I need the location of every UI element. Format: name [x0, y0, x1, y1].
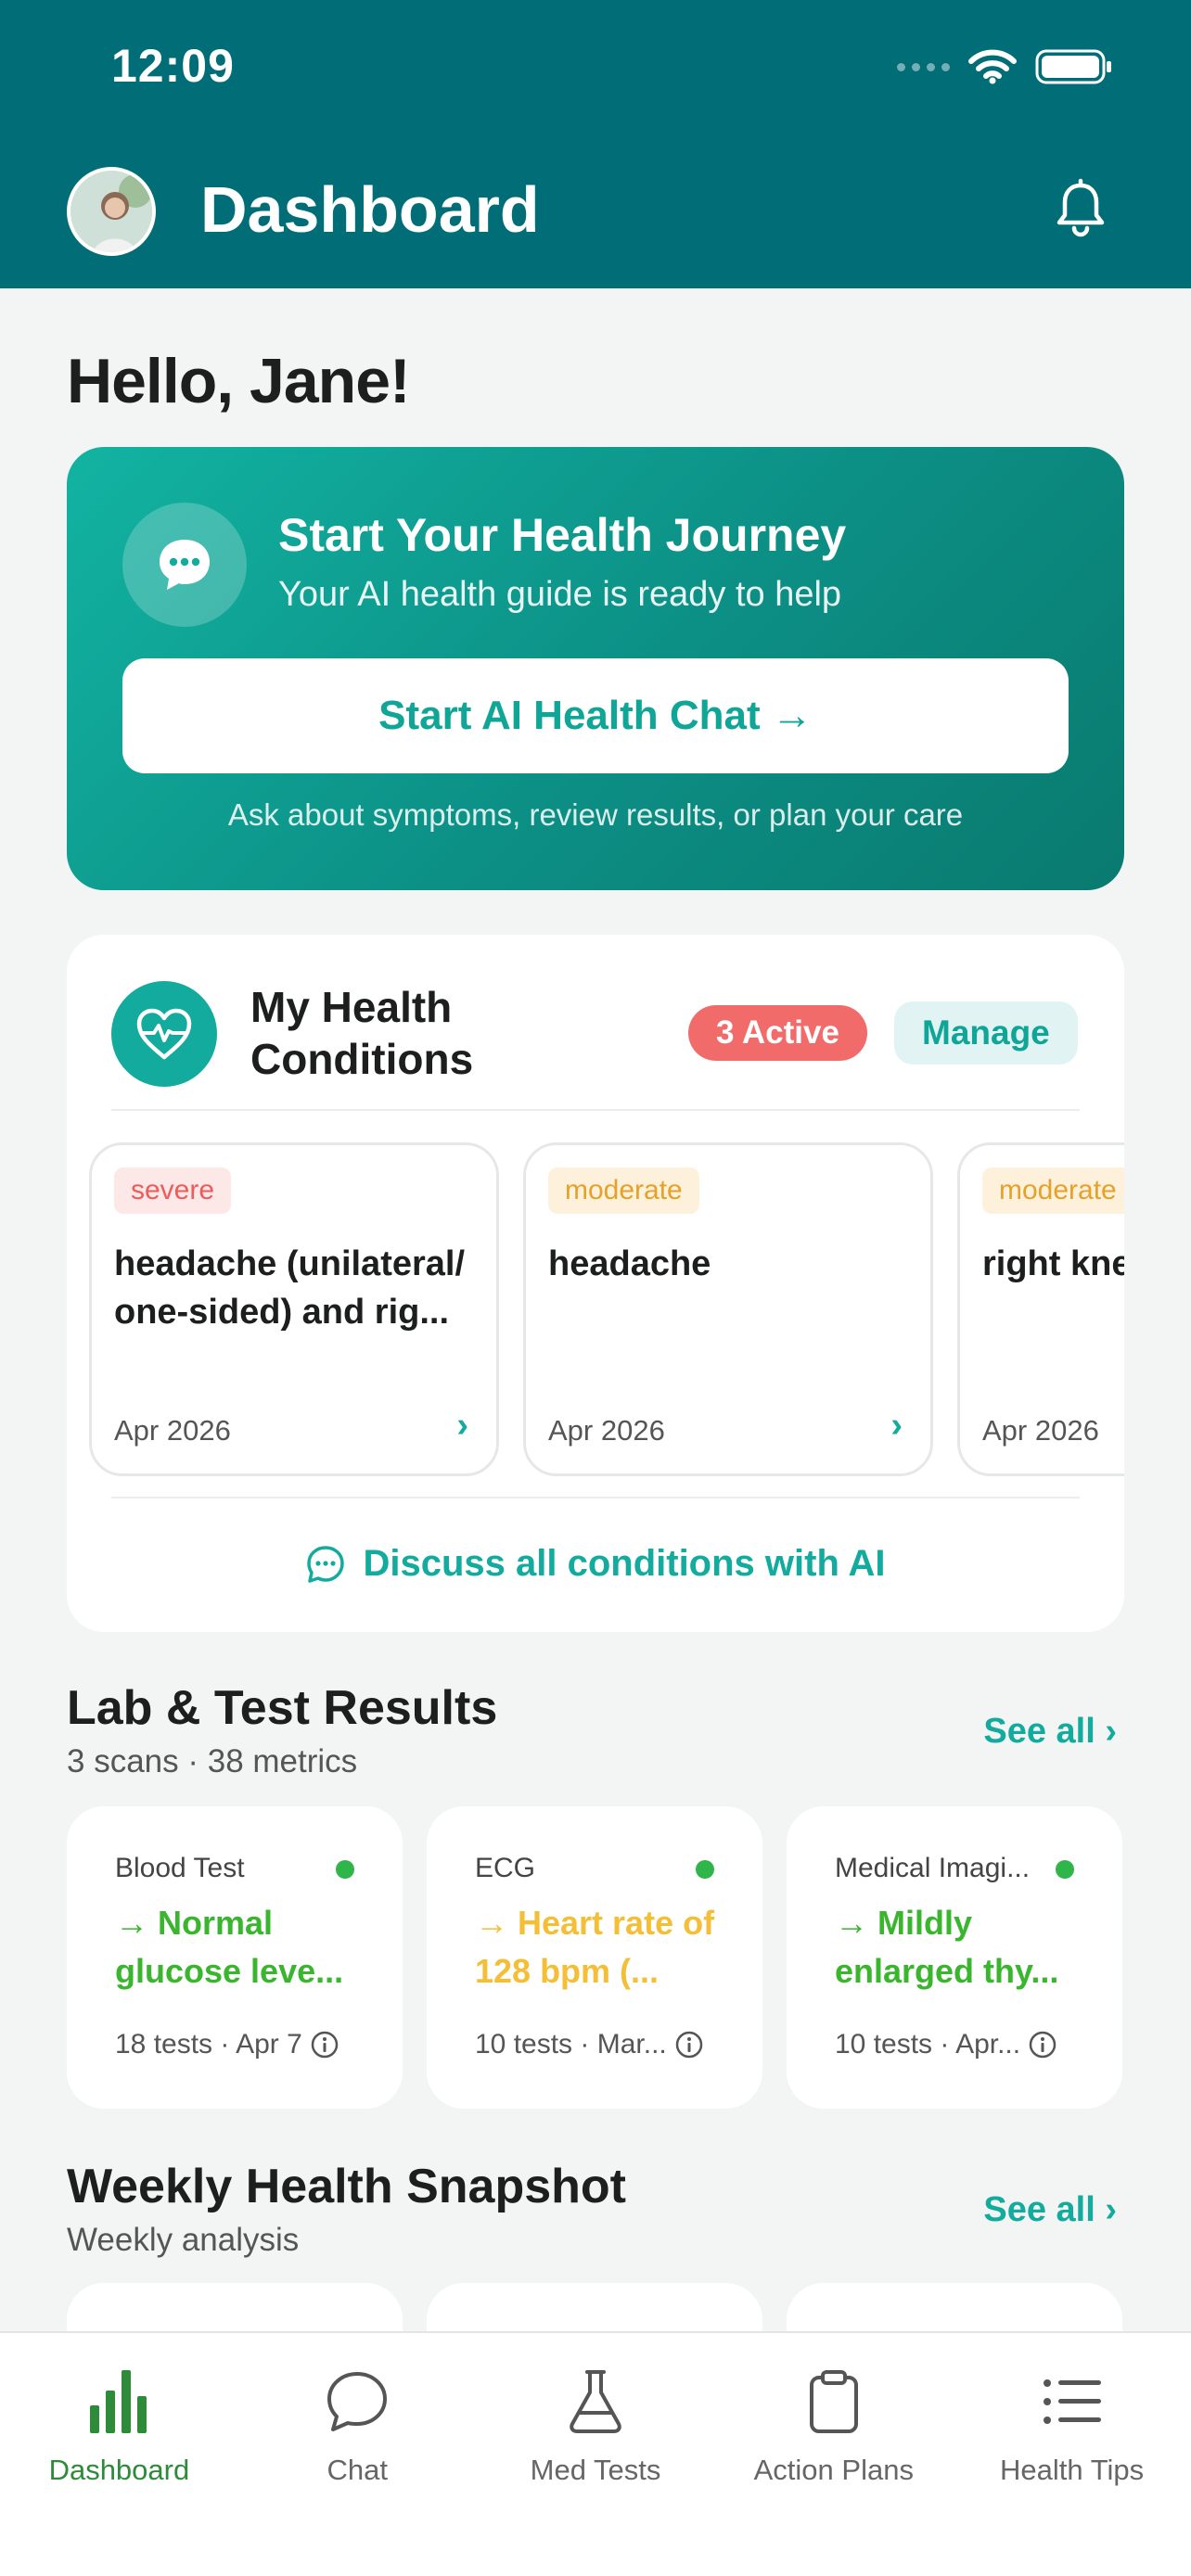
chevron-right-icon: › — [456, 1406, 468, 1445]
info-icon[interactable] — [674, 2030, 704, 2060]
chat-dots-icon — [122, 503, 247, 627]
status-icons — [897, 48, 1113, 85]
list-icon — [1035, 2365, 1109, 2439]
tab-chat[interactable]: Chat — [238, 2333, 477, 2576]
hero-note: Ask about symptoms, review results, or p… — [227, 797, 964, 832]
condition-date: Apr 2026 — [114, 1414, 231, 1447]
condition-card[interactable]: severe headache (unilateral/ one-sided) … — [89, 1142, 499, 1476]
condition-card[interactable]: moderate right knee Apr 2026 › — [957, 1142, 1124, 1476]
discuss-conditions-link[interactable]: Discuss all conditions with AI — [67, 1543, 1124, 1585]
severity-badge: severe — [114, 1167, 232, 1214]
tab-label: Health Tips — [1000, 2454, 1145, 2486]
tab-label: Chat — [327, 2454, 388, 2486]
active-count-badge: 3 Active — [688, 1005, 867, 1061]
app-header: 12:09 Dashboard — [0, 0, 1191, 288]
chevron-right-icon: › — [1105, 2190, 1117, 2229]
greeting-heading: Hello, Jane! — [67, 346, 411, 416]
status-dot — [1056, 1860, 1074, 1879]
manage-conditions-button[interactable]: Manage — [894, 1001, 1078, 1065]
snapshot-title: Weekly Health Snapshot — [67, 2160, 626, 2213]
health-journey-card: Start Your Health Journey Your AI health… — [67, 447, 1124, 890]
avatar[interactable] — [67, 167, 156, 256]
lab-category: Blood Test — [115, 1853, 245, 1883]
labs-subtitle: 3 scans · 38 metrics — [67, 1743, 358, 1779]
chat-bubble-icon — [320, 2365, 394, 2439]
labs-title: Lab & Test Results — [67, 1681, 498, 1735]
tab-health-tips[interactable]: Health Tips — [953, 2333, 1191, 2576]
divider — [111, 1497, 1080, 1498]
lab-meta-text: 10 tests · Mar... — [475, 2029, 667, 2060]
chevron-right-icon: › — [890, 1406, 903, 1445]
tab-med-tests[interactable]: Med Tests — [477, 2333, 715, 2576]
lab-summary: → Mildly enlarged thy... — [835, 1904, 1059, 1990]
divider — [111, 1109, 1080, 1111]
lab-results-carousel[interactable]: Blood Test → Normal glucose leve... 18 t… — [67, 1806, 1122, 2109]
lab-meta-text: 10 tests · Apr... — [835, 2029, 1021, 2060]
severity-badge: moderate — [548, 1167, 699, 1214]
battery-icon — [1035, 49, 1111, 84]
health-conditions-card: My Health Conditions 3 Active Manage sev… — [67, 935, 1124, 1632]
tab-label: Action Plans — [753, 2454, 914, 2486]
bar-chart-icon — [82, 2365, 156, 2439]
lab-category: ECG — [475, 1853, 536, 1883]
lab-meta-text: 18 tests · Apr 7 — [115, 2029, 302, 2060]
status-dot — [696, 1860, 714, 1879]
info-icon[interactable] — [1028, 2030, 1057, 2060]
tab-action-plans[interactable]: Action Plans — [714, 2333, 953, 2576]
conditions-title: My Health Conditions — [250, 983, 474, 1083]
bottom-tab-bar: Dashboard Chat Med Tests Action Plans He… — [0, 2331, 1191, 2576]
lab-category: Medical Imagi... — [835, 1853, 1031, 1883]
lab-meta: 18 tests · Apr 7 — [115, 2029, 339, 2060]
condition-name: right knee — [982, 1244, 1124, 1283]
condition-date: Apr 2026 — [548, 1414, 665, 1447]
clipboard-icon — [797, 2365, 871, 2439]
lab-meta: 10 tests · Mar... — [475, 2029, 704, 2060]
lab-meta: 10 tests · Apr... — [835, 2029, 1057, 2060]
snapshot-see-all-link[interactable]: See all › — [983, 2190, 1117, 2230]
status-time: 12:09 — [111, 40, 235, 92]
page-title: Dashboard — [200, 173, 540, 246]
hero-title: Start Your Health Journey — [278, 509, 847, 561]
condition-date: Apr 2026 — [982, 1414, 1099, 1447]
severity-badge: moderate — [982, 1167, 1124, 1214]
chat-dots-icon — [307, 1545, 345, 1583]
info-icon[interactable] — [310, 2030, 339, 2060]
start-ai-chat-button[interactable]: Start AI Health Chat → — [122, 658, 1069, 773]
condition-name: headache (unilateral/ one-sided) and rig… — [114, 1244, 466, 1332]
lab-summary: → Heart rate of 128 bpm (... — [475, 1904, 715, 1990]
status-dot — [336, 1860, 354, 1879]
condition-card[interactable]: moderate headache Apr 2026 › — [523, 1142, 933, 1476]
snapshot-subtitle: Weekly analysis — [67, 2222, 300, 2258]
notification-bell-icon[interactable] — [1048, 176, 1113, 241]
condition-name: headache — [548, 1244, 711, 1283]
conditions-carousel[interactable]: severe headache (unilateral/ one-sided) … — [89, 1142, 1124, 1476]
heart-pulse-icon — [111, 981, 217, 1087]
lab-result-card[interactable]: Blood Test → Normal glucose leve... 18 t… — [67, 1806, 403, 2109]
lab-summary: → Normal glucose leve... — [115, 1904, 344, 1990]
see-all-label: See all — [983, 2190, 1095, 2229]
tab-label: Dashboard — [48, 2454, 190, 2486]
flask-icon — [558, 2365, 633, 2439]
chevron-right-icon: › — [1105, 1712, 1117, 1751]
signal-icon — [897, 62, 950, 71]
lab-result-card[interactable]: ECG → Heart rate of 128 bpm (... 10 test… — [427, 1806, 762, 2109]
see-all-label: See all — [983, 1712, 1095, 1751]
lab-result-card[interactable]: Medical Imagi... → Mildly enlarged thy..… — [787, 1806, 1122, 2109]
labs-see-all-link[interactable]: See all › — [983, 1712, 1117, 1752]
tab-dashboard[interactable]: Dashboard — [0, 2333, 238, 2576]
hero-subtitle: Your AI health guide is ready to help — [278, 575, 842, 614]
tab-label: Med Tests — [530, 2454, 661, 2486]
wifi-icon — [968, 49, 1017, 84]
discuss-label: Discuss all conditions with AI — [363, 1543, 886, 1584]
